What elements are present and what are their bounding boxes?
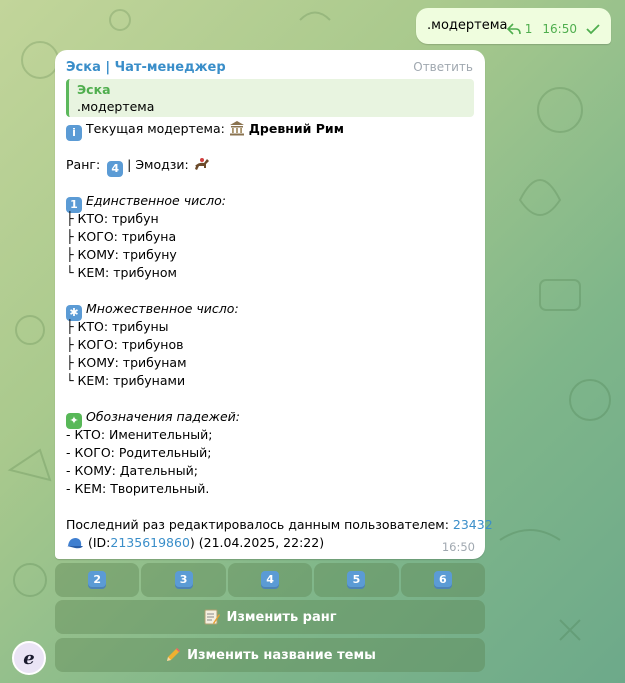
quoted-message[interactable]: Эска .модертема [66,79,474,117]
id-prefix: (ID: [87,535,111,550]
outgoing-message[interactable]: .модертема 1 16:50 [416,8,611,44]
plural-item: ├ КОГО: трибунов [66,337,184,352]
change-name-label: Изменить название темы [187,647,376,663]
sender-name[interactable]: Эска | Чат-менеджер [66,60,226,75]
rank-button-2[interactable]: 2 [55,563,140,597]
rank-label: Ранг: [66,157,101,172]
memo-icon [204,609,221,625]
rank-button-label: 4 [261,571,280,589]
outgoing-message-text: .модертема [427,18,508,33]
singular-item: ├ КТО: трибун [66,211,159,226]
reply-button[interactable]: Ответить [413,60,473,74]
classical-building-icon [229,121,244,136]
edited-id-line: (ID:2135619860) (21.04.2025, 22:22) [66,534,324,552]
blue-cap-icon [67,538,83,549]
bot-message[interactable]: Эска | Чат-менеджер Ответить Эска .модер… [55,50,493,559]
current-theme-value: Древний Рим [248,121,344,136]
plural-item: └ КЕМ: трибунами [66,373,186,388]
rank-button-3[interactable]: 3 [141,563,226,597]
singular-item: ├ КОГО: трибуна [66,229,177,244]
outgoing-message-meta: 1 16:50 [506,22,601,36]
current-theme-label: Текущая модертема: [86,121,225,136]
outgoing-time: 16:50 [542,22,577,36]
rank-button-label: 5 [347,571,366,589]
rank-button-label: 6 [433,571,452,589]
emoji-label: | Эмодзи: [127,157,189,172]
rank-buttons-row: 2 3 4 5 6 [55,563,486,597]
change-rank-button[interactable]: Изменить ранг [55,600,485,634]
rank-value: 4 [107,161,124,177]
case-item: - КЕМ: Творительный. [66,481,210,496]
singular-title: Единственное число: [86,193,226,208]
reply-arrow-icon [506,23,521,35]
edited-user-link[interactable]: 23432 [453,517,493,532]
rank-button-4[interactable]: 4 [227,563,313,597]
case-item: - КОМУ: Дательный; [66,463,198,478]
info-icon: i [66,125,82,141]
id-suffix: ) (21.04.2025, 22:22) [189,535,325,550]
singular-item: └ КЕМ: трибуном [66,265,177,280]
read-check-icon [586,24,600,35]
user-id-link[interactable]: 2135619860 [110,535,190,550]
edited-line: Последний раз редактировалось данным пол… [66,516,493,534]
reply-count: 1 [524,22,533,36]
rank-button-6[interactable]: 6 [400,563,486,597]
pencil-icon [167,648,181,661]
cases-title: Обозначения падежей: [86,409,240,424]
edited-prefix: Последний раз редактировалось данным пол… [66,517,449,532]
singular-item: ├ КОМУ: трибуну [66,247,177,262]
rank-line: Ранг: 4 | Эмодзи: [66,156,211,177]
change-name-button[interactable]: Изменить название темы [55,638,485,672]
quoted-sender: Эска [77,82,111,97]
plural-item: ├ КОМУ: трибунам [66,355,187,370]
message-time: 16:50 [441,540,475,554]
quoted-text: .модертема [77,99,155,114]
bot-avatar[interactable]: e [12,641,46,675]
horse-racing-icon [194,158,209,170]
current-theme-line: i Текущая модертема: Древний Рим [66,120,344,141]
case-item: - КТО: Именительный; [66,427,213,442]
case-item: - КОГО: Родительный; [66,445,212,460]
plural-title: Множественное число: [86,301,239,316]
change-rank-row: Изменить ранг [55,600,485,634]
change-name-row: Изменить название темы [55,638,485,672]
rank-button-label: 3 [174,571,193,589]
change-rank-label: Изменить ранг [226,609,337,625]
rank-button-5[interactable]: 5 [314,563,399,597]
plural-item: ├ КТО: трибуны [66,319,169,334]
avatar-logo-icon: e [23,647,35,669]
rank-button-label: 2 [88,571,107,589]
